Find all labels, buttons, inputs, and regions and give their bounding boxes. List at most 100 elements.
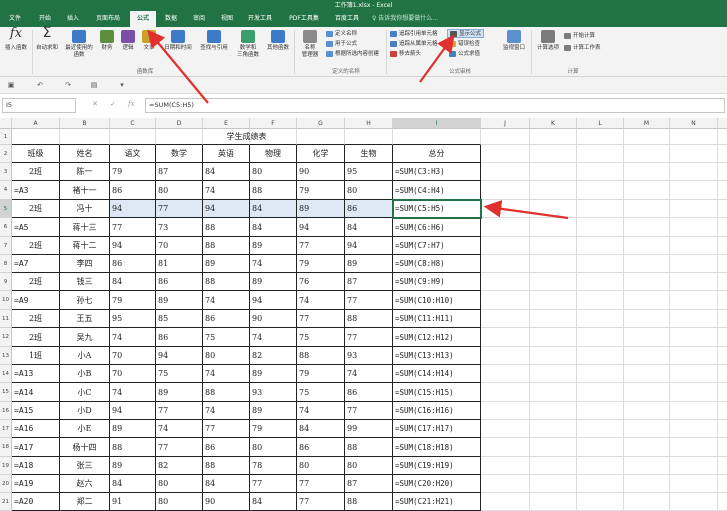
formula-cell[interactable]: =SUM(C13:H13) — [393, 347, 481, 365]
column-header-L[interactable]: L — [577, 118, 624, 129]
data-cell[interactable]: 90 — [203, 493, 250, 511]
worksheet-grid[interactable]: ABCDEFGHIJKLMNOP123456789101112131415161… — [0, 118, 727, 511]
data-cell[interactable]: 88 — [297, 347, 345, 365]
column-title-7[interactable]: 生物 — [345, 145, 393, 163]
formula-cell[interactable]: =SUM(C12:H12) — [393, 328, 481, 347]
data-cell[interactable]: 82 — [156, 457, 203, 475]
cell[interactable] — [481, 420, 530, 438]
data-cell[interactable]: 93 — [345, 347, 393, 365]
formula-cell[interactable]: =SUM(C9:H9) — [393, 273, 481, 291]
cell[interactable] — [624, 383, 670, 402]
cell[interactable] — [670, 420, 718, 438]
cell[interactable] — [577, 181, 624, 200]
select-all-corner[interactable] — [0, 118, 12, 129]
row-header-15[interactable]: 15 — [0, 383, 12, 402]
data-cell[interactable]: 84 — [297, 420, 345, 438]
cell[interactable] — [530, 200, 577, 218]
cell[interactable] — [624, 273, 670, 291]
tab-9[interactable]: PDF工具集 — [284, 11, 324, 27]
cell[interactable] — [718, 291, 727, 310]
data-cell[interactable]: 79 — [297, 255, 345, 273]
data-cell[interactable]: 86 — [345, 383, 393, 402]
data-cell[interactable]: 小A — [60, 347, 110, 365]
cell[interactable] — [624, 181, 670, 200]
data-cell[interactable]: 74 — [345, 365, 393, 383]
cell[interactable] — [481, 493, 530, 511]
cell[interactable] — [530, 438, 577, 457]
row-header-20[interactable]: 20 — [0, 475, 12, 493]
cell[interactable] — [624, 457, 670, 475]
cell[interactable] — [718, 163, 727, 181]
cell[interactable] — [670, 347, 718, 365]
column-header-F[interactable]: F — [250, 118, 297, 129]
data-cell[interactable]: 99 — [345, 420, 393, 438]
data-cell[interactable]: 2班 — [12, 200, 60, 218]
cell[interactable] — [718, 475, 727, 493]
data-cell[interactable]: 70 — [156, 237, 203, 255]
data-cell[interactable]: =A17 — [12, 438, 60, 457]
cell[interactable] — [577, 200, 624, 218]
data-cell[interactable]: 86 — [156, 273, 203, 291]
data-cell[interactable]: 85 — [156, 310, 203, 328]
data-cell[interactable]: 77 — [156, 200, 203, 218]
column-title-8[interactable]: 总分 — [393, 145, 481, 163]
cell[interactable] — [718, 493, 727, 511]
data-cell[interactable]: 80 — [345, 181, 393, 200]
print-preview-icon[interactable]: ▤ — [88, 81, 100, 90]
tab-5[interactable]: 数据 — [160, 11, 182, 27]
cell[interactable] — [624, 402, 670, 420]
cell[interactable] — [530, 493, 577, 511]
formula-cell[interactable]: =SUM(C15:H15) — [393, 383, 481, 402]
cell[interactable] — [670, 255, 718, 273]
formula-cell[interactable]: =SUM(C5:H5) — [392, 199, 482, 219]
formula-cell[interactable]: =SUM(C4:H4) — [393, 181, 481, 200]
data-cell[interactable]: =A18 — [12, 457, 60, 475]
cell[interactable] — [577, 420, 624, 438]
row-header-17[interactable]: 17 — [0, 420, 12, 438]
data-cell[interactable]: 80 — [156, 181, 203, 200]
column-title-2[interactable]: 语文 — [110, 145, 156, 163]
row-header-6[interactable]: 6 — [0, 218, 12, 237]
row-header-21[interactable]: 21 — [0, 493, 12, 511]
name-manager-button[interactable]: 名称 管理器 — [296, 30, 324, 59]
cell[interactable] — [624, 218, 670, 237]
data-cell[interactable]: 91 — [110, 493, 156, 511]
define-name-button[interactable]: 定义名称 — [326, 30, 357, 39]
cell[interactable] — [670, 493, 718, 511]
cell[interactable] — [718, 237, 727, 255]
cell[interactable] — [481, 365, 530, 383]
data-cell[interactable]: 88 — [203, 218, 250, 237]
row-header-1[interactable]: 1 — [0, 129, 12, 145]
cell[interactable] — [718, 420, 727, 438]
cell[interactable] — [670, 129, 718, 145]
use-in-formula-button[interactable]: 用于公式 — [326, 40, 357, 49]
data-cell[interactable]: 77 — [297, 493, 345, 511]
data-cell[interactable]: 88 — [250, 181, 297, 200]
cell[interactable] — [481, 347, 530, 365]
formula-cell[interactable]: =SUM(C7:H7) — [393, 237, 481, 255]
cell[interactable] — [670, 163, 718, 181]
tab-8[interactable]: 开发工具 — [243, 11, 277, 27]
cell[interactable] — [718, 218, 727, 237]
formula-cell[interactable]: =SUM(C19:H19) — [393, 457, 481, 475]
data-cell[interactable]: 77 — [297, 310, 345, 328]
tell-me-search[interactable]: ♀ 告诉我你想要做什么... — [372, 11, 438, 27]
data-cell[interactable]: =A7 — [12, 255, 60, 273]
cell[interactable] — [530, 347, 577, 365]
data-cell[interactable]: 77 — [297, 237, 345, 255]
cell[interactable] — [718, 328, 727, 347]
formula-cell[interactable]: =SUM(C11:H11) — [393, 310, 481, 328]
cell[interactable] — [718, 457, 727, 475]
cell[interactable] — [481, 163, 530, 181]
cell[interactable] — [624, 438, 670, 457]
data-cell[interactable]: 88 — [203, 237, 250, 255]
data-cell[interactable]: 84 — [345, 218, 393, 237]
cell[interactable] — [624, 200, 670, 218]
cell[interactable] — [530, 129, 577, 145]
data-cell[interactable]: =A19 — [12, 475, 60, 493]
data-cell[interactable]: 86 — [110, 181, 156, 200]
data-cell[interactable]: 88 — [203, 273, 250, 291]
cell[interactable] — [577, 402, 624, 420]
data-cell[interactable]: 84 — [110, 475, 156, 493]
data-cell[interactable]: 80 — [297, 457, 345, 475]
